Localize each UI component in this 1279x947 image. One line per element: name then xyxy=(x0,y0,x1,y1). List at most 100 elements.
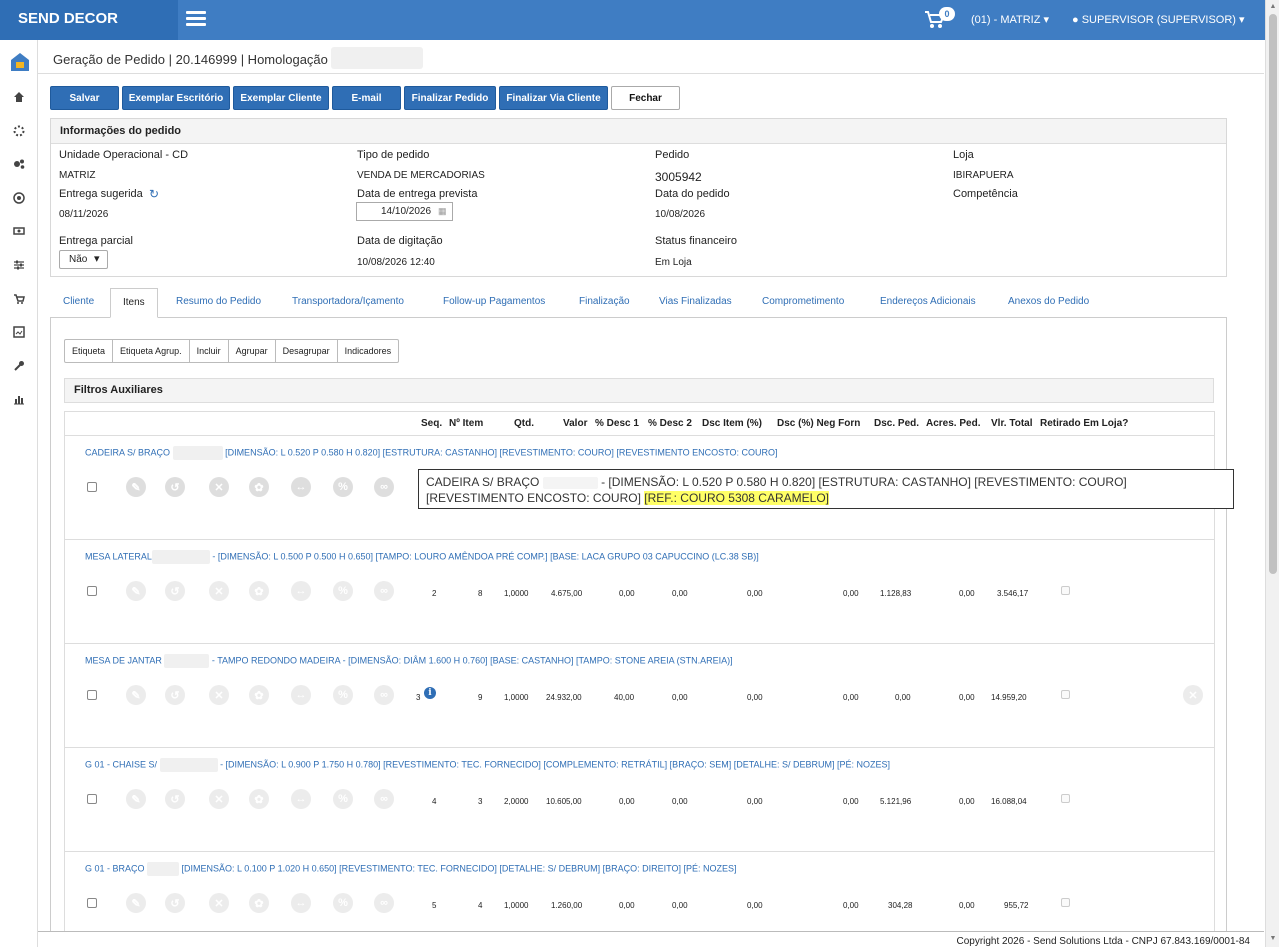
tab-transportadora[interactable]: Transportadora/Içamento xyxy=(290,288,406,318)
transfer-icon[interactable]: ↔ xyxy=(291,477,311,497)
link-icon[interactable]: ∞ xyxy=(374,477,394,497)
label-button[interactable]: Etiqueta xyxy=(64,339,114,363)
finalize-order-button[interactable]: Finalizar Pedido xyxy=(404,86,496,110)
scroll-down-arrow[interactable]: ▼ xyxy=(1269,935,1277,943)
settings-icon[interactable]: ✿ xyxy=(249,789,269,809)
settings-icon[interactable]: ✿ xyxy=(249,477,269,497)
ungroup-button[interactable]: Desagrupar xyxy=(274,339,338,363)
edit-icon[interactable]: ✎ xyxy=(126,685,146,705)
tab-follow-up[interactable]: Follow-up Pagamentos xyxy=(441,288,547,318)
bar-chart-icon[interactable] xyxy=(12,392,26,406)
history-icon[interactable]: ↺ xyxy=(165,789,185,809)
partial-delivery-select[interactable]: Não ▾ xyxy=(59,250,108,269)
row-checkbox[interactable] xyxy=(87,482,97,492)
transfer-icon[interactable]: ↔ xyxy=(291,581,311,601)
calendar-icon[interactable]: ▦ xyxy=(438,206,447,217)
link-icon[interactable]: ∞ xyxy=(374,581,394,601)
finalize-via-client-button[interactable]: Finalizar Via Cliente xyxy=(499,86,608,110)
discount-icon[interactable]: % xyxy=(333,477,353,497)
seq-cell: 3 xyxy=(416,693,421,702)
brand-logo[interactable]: SEND DECOR xyxy=(0,0,178,40)
discount-icon[interactable]: % xyxy=(333,685,353,705)
discount-icon[interactable]: % xyxy=(333,789,353,809)
office-copy-button[interactable]: Exemplar Escritório xyxy=(122,86,230,110)
item-description[interactable]: CADEIRA S/ BRAÇO [DIMENSÃO: L 0.520 P 0.… xyxy=(85,446,778,460)
page-scrollbar[interactable]: ▲ ▼ xyxy=(1265,0,1279,947)
row-checkbox[interactable] xyxy=(87,898,97,908)
refresh-icon[interactable]: ↻ xyxy=(149,187,159,201)
link-icon[interactable]: ∞ xyxy=(374,789,394,809)
item-description[interactable]: G 01 - CHAISE S/ - [DIMENSÃO: L 0.900 P … xyxy=(85,758,890,772)
group-button[interactable]: Agrupar xyxy=(227,339,276,363)
spinner-icon[interactable] xyxy=(12,124,26,138)
edit-icon[interactable]: ✎ xyxy=(126,893,146,913)
app-logo-icon[interactable] xyxy=(10,52,30,72)
history-icon[interactable]: ↺ xyxy=(165,893,185,913)
item-description[interactable]: G 01 - BRAÇO [DIMENSÃO: L 0.100 P 1.020 … xyxy=(85,862,737,876)
tab-cliente[interactable]: Cliente xyxy=(61,288,96,318)
transfer-icon[interactable]: ↔ xyxy=(291,893,311,913)
cogs-icon[interactable] xyxy=(12,157,26,171)
menu-toggle-icon[interactable] xyxy=(186,11,206,27)
user-dropdown[interactable]: ● SUPERVISOR (SUPERVISOR) ▾ xyxy=(1072,13,1245,26)
picked-in-store-checkbox[interactable] xyxy=(1061,898,1070,907)
home-icon[interactable] xyxy=(12,90,26,104)
tab-finalizacao[interactable]: Finalização xyxy=(577,288,632,318)
tab-itens[interactable]: Itens xyxy=(110,288,158,318)
remove-row-icon[interactable]: ✕ xyxy=(1183,685,1203,705)
remove-icon[interactable]: ✕ xyxy=(209,477,229,497)
sliders-icon[interactable] xyxy=(12,258,26,272)
link-icon[interactable]: ∞ xyxy=(374,685,394,705)
remove-icon[interactable]: ✕ xyxy=(209,581,229,601)
store-dropdown[interactable]: (01) - MATRIZ ▾ xyxy=(971,13,1049,26)
email-button[interactable]: E-mail xyxy=(332,86,401,110)
picked-in-store-checkbox[interactable] xyxy=(1061,586,1070,595)
history-icon[interactable]: ↺ xyxy=(165,581,185,601)
item-name: CADEIRA S/ BRAÇO xyxy=(85,447,171,458)
scrollbar-thumb[interactable] xyxy=(1269,14,1277,574)
client-copy-button[interactable]: Exemplar Cliente xyxy=(233,86,329,110)
item-description[interactable]: MESA LATERAL - [DIMENSÃO: L 0.500 P 0.50… xyxy=(85,550,759,564)
settings-icon[interactable]: ✿ xyxy=(249,581,269,601)
edit-icon[interactable]: ✎ xyxy=(126,789,146,809)
tab-anexos[interactable]: Anexos do Pedido xyxy=(1006,288,1091,318)
group-label-button[interactable]: Etiqueta Agrup. xyxy=(112,339,190,363)
history-icon[interactable]: ↺ xyxy=(165,477,185,497)
tab-resumo[interactable]: Resumo do Pedido xyxy=(174,288,263,318)
remove-icon[interactable]: ✕ xyxy=(209,685,229,705)
target-icon[interactable] xyxy=(12,191,26,205)
shopping-cart-icon[interactable] xyxy=(12,292,26,306)
transfer-icon[interactable]: ↔ xyxy=(291,685,311,705)
discount-icon[interactable]: % xyxy=(333,581,353,601)
picked-in-store-checkbox[interactable] xyxy=(1061,690,1070,699)
tab-vias-finalizadas[interactable]: Vias Finalizadas xyxy=(657,288,734,318)
transfer-icon[interactable]: ↔ xyxy=(291,789,311,809)
row-checkbox[interactable] xyxy=(87,794,97,804)
picked-in-store-checkbox[interactable] xyxy=(1061,794,1070,803)
history-icon[interactable]: ↺ xyxy=(165,685,185,705)
edit-icon[interactable]: ✎ xyxy=(126,477,146,497)
link-icon[interactable]: ∞ xyxy=(374,893,394,913)
indicators-button[interactable]: Indicadores xyxy=(336,339,400,363)
money-icon[interactable] xyxy=(12,224,26,238)
tab-comprometimento[interactable]: Comprometimento xyxy=(760,288,846,318)
row-checkbox[interactable] xyxy=(87,690,97,700)
tab-enderecos[interactable]: Endereços Adicionais xyxy=(878,288,978,318)
discount-icon[interactable]: % xyxy=(333,893,353,913)
settings-icon[interactable]: ✿ xyxy=(249,893,269,913)
remove-icon[interactable]: ✕ xyxy=(209,893,229,913)
item-description[interactable]: MESA DE JANTAR - TAMPO REDONDO MADEIRA -… xyxy=(85,654,733,668)
wrench-icon[interactable] xyxy=(12,359,26,373)
save-button[interactable]: Salvar xyxy=(50,86,119,110)
expected-delivery-input[interactable]: 14/10/2026 ▦ xyxy=(356,202,453,221)
close-button[interactable]: Fechar xyxy=(611,86,680,110)
info-icon[interactable]: i xyxy=(424,687,436,699)
include-button[interactable]: Incluir xyxy=(188,339,229,363)
settings-icon[interactable]: ✿ xyxy=(249,685,269,705)
row-checkbox[interactable] xyxy=(87,586,97,596)
remove-icon[interactable]: ✕ xyxy=(209,789,229,809)
scroll-up-arrow[interactable]: ▲ xyxy=(1269,3,1277,11)
aux-filters-header[interactable]: Filtros Auxiliares xyxy=(64,378,1214,403)
edit-icon[interactable]: ✎ xyxy=(126,581,146,601)
gallery-icon[interactable] xyxy=(12,325,26,339)
